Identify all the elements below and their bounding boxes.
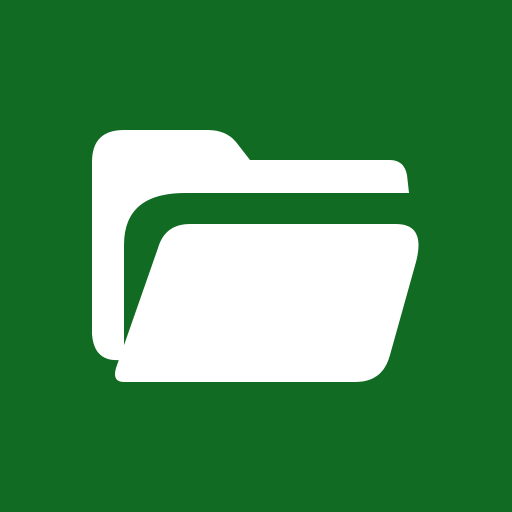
folder-front (115, 224, 419, 382)
app-icon-tile[interactable] (0, 0, 512, 512)
open-folder-icon (0, 0, 512, 512)
